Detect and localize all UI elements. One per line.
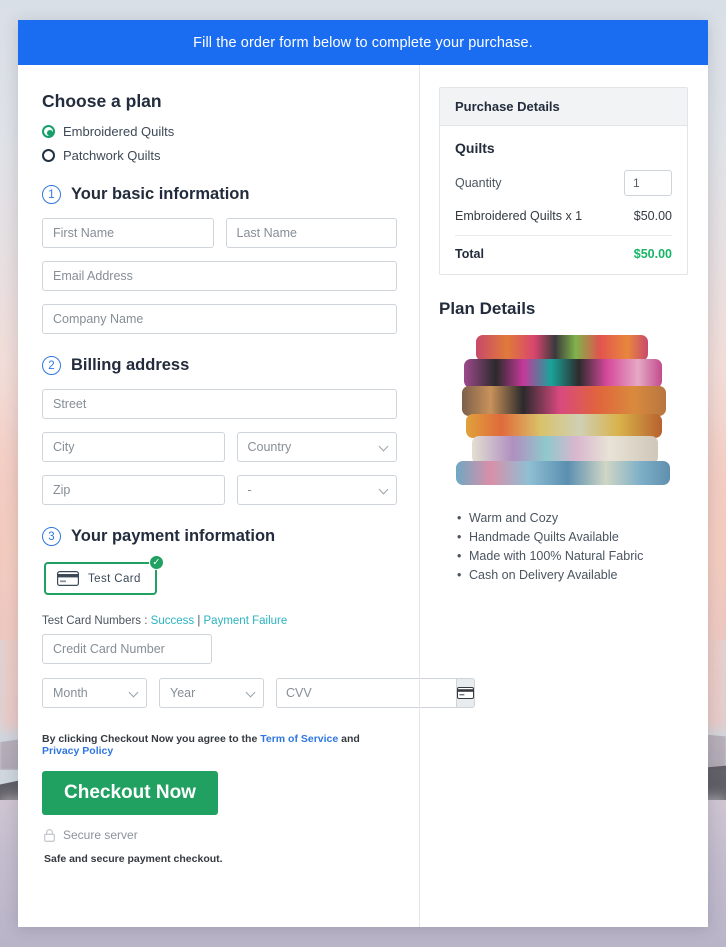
zip-input[interactable] bbox=[42, 475, 225, 505]
plan-option-patchwork-quilts[interactable]: Patchwork Quilts bbox=[42, 148, 397, 163]
cvv-group bbox=[276, 678, 475, 708]
test-card-button[interactable]: Test Card bbox=[44, 562, 157, 595]
zip-state-row: - bbox=[42, 475, 397, 505]
line-item-row: Embroidered Quilts x 1 $50.00 bbox=[455, 209, 672, 236]
name-row bbox=[42, 218, 397, 248]
payment-failure-link[interactable]: Payment Failure bbox=[204, 615, 288, 627]
secure-server-row: Secure server bbox=[44, 828, 397, 842]
street-input[interactable] bbox=[42, 389, 397, 419]
plan-details-title: Plan Details bbox=[439, 299, 536, 318]
state-select[interactable]: - bbox=[236, 475, 397, 505]
step-number: 2 bbox=[42, 356, 61, 375]
list-item: Cash on Delivery Available bbox=[457, 568, 688, 582]
quantity-input[interactable] bbox=[624, 170, 672, 196]
credit-card-icon bbox=[57, 571, 79, 586]
safe-checkout-text: Safe and secure payment checkout. bbox=[44, 853, 223, 865]
quantity-label: Quantity bbox=[455, 176, 502, 190]
privacy-policy-link[interactable]: Privacy Policy bbox=[42, 745, 113, 757]
test-numbers-prefix: Test Card Numbers : bbox=[42, 615, 151, 627]
stack-of-quilts-photo bbox=[455, 335, 672, 485]
step-3-header: 3 Your payment information bbox=[42, 527, 397, 546]
order-form-column: Choose a plan Embroidered Quilts Patchwo… bbox=[18, 65, 475, 927]
year-value: Year bbox=[170, 686, 196, 700]
step-title: Billing address bbox=[71, 356, 190, 374]
company-name-input[interactable] bbox=[42, 304, 397, 334]
total-amount: $50.00 bbox=[633, 247, 672, 261]
checkout-card: Fill the order form below to complete yo… bbox=[18, 20, 708, 927]
list-item: Handmade Quilts Available bbox=[457, 530, 688, 544]
radio-patchwork-quilts[interactable] bbox=[42, 149, 55, 162]
plan-features-list: Warm and Cozy Handmade Quilts Available … bbox=[457, 511, 688, 582]
state-select-value: - bbox=[247, 483, 252, 497]
step-number: 3 bbox=[42, 527, 61, 546]
plan-option-embroidered-quilts[interactable]: Embroidered Quilts bbox=[42, 124, 397, 139]
expiry-year-select[interactable]: Year bbox=[159, 678, 264, 708]
step-1-header: 1 Your basic information bbox=[42, 185, 397, 204]
step-2-header: 2 Billing address bbox=[42, 356, 397, 375]
link-separator: | bbox=[194, 615, 204, 627]
city-input[interactable] bbox=[42, 432, 225, 462]
country-select-value: Country bbox=[247, 440, 292, 454]
first-name-input[interactable] bbox=[42, 218, 214, 248]
email-input[interactable] bbox=[42, 261, 397, 291]
step-number: 1 bbox=[42, 185, 61, 204]
secure-server-text: Secure server bbox=[63, 828, 138, 842]
total-row: Total $50.00 bbox=[455, 236, 672, 261]
expiry-month-select[interactable]: Month bbox=[42, 678, 147, 708]
last-name-input[interactable] bbox=[225, 218, 397, 248]
list-item: Warm and Cozy bbox=[457, 511, 688, 525]
list-item: Made with 100% Natural Fabric bbox=[457, 549, 688, 563]
line-item-label: Embroidered Quilts x 1 bbox=[455, 209, 583, 223]
total-label: Total bbox=[455, 247, 484, 261]
credit-card-number-input[interactable] bbox=[42, 634, 212, 664]
product-group-label: Quilts bbox=[455, 140, 495, 156]
success-link[interactable]: Success bbox=[151, 615, 194, 627]
step-title: Your payment information bbox=[71, 527, 276, 545]
terms-text: By clicking Checkout Now you agree to th… bbox=[42, 733, 397, 757]
line-item-amount: $50.00 bbox=[633, 209, 672, 223]
plan-option-label: Patchwork Quilts bbox=[63, 148, 161, 163]
city-country-row: Country bbox=[42, 432, 397, 462]
radio-embroidered-quilts[interactable] bbox=[42, 125, 55, 138]
terms-prefix: By clicking Checkout Now you agree to th… bbox=[42, 733, 261, 745]
page-banner: Fill the order form below to complete yo… bbox=[18, 20, 708, 65]
month-value: Month bbox=[53, 686, 88, 700]
expiry-cvv-row: Month Year bbox=[42, 678, 475, 708]
checkout-now-button[interactable]: Checkout Now bbox=[42, 771, 218, 815]
check-glyph: ✓ bbox=[152, 557, 161, 568]
country-select[interactable]: Country bbox=[236, 432, 397, 462]
lock-icon bbox=[44, 828, 55, 842]
test-card-option-wrap: Test Card ✓ bbox=[44, 555, 164, 595]
column-divider bbox=[419, 65, 420, 927]
terms-mid: and bbox=[338, 733, 360, 745]
plan-option-label: Embroidered Quilts bbox=[63, 124, 175, 139]
purchase-details-title: Purchase Details bbox=[440, 88, 687, 126]
summary-column: Purchase Details Quilts Quantity Embroid… bbox=[419, 65, 708, 927]
purchase-details-panel: Purchase Details Quilts Quantity Embroid… bbox=[439, 87, 688, 275]
choose-plan-heading: Choose a plan bbox=[42, 91, 162, 111]
check-circle-icon: ✓ bbox=[148, 555, 164, 570]
test-card-numbers-line: Test Card Numbers : Success | Payment Fa… bbox=[42, 615, 397, 627]
step-title: Your basic information bbox=[71, 185, 250, 203]
term-of-service-link[interactable]: Term of Service bbox=[260, 733, 338, 745]
quantity-row: Quantity bbox=[455, 170, 672, 196]
test-card-label: Test Card bbox=[88, 572, 141, 585]
banner-text: Fill the order form below to complete yo… bbox=[193, 34, 533, 51]
